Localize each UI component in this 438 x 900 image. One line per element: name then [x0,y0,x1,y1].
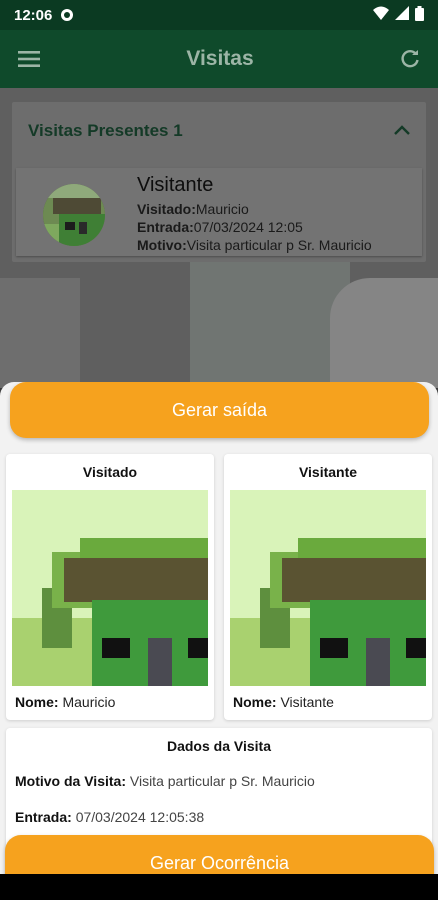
visited-photo [12,490,208,686]
visitor-photo [230,490,426,686]
visited-card-title: Visitado [82,464,138,480]
visitor-avatar [43,184,105,246]
visited-name-field: Nome: Mauricio [15,694,115,710]
visit-entry-value: 07/03/2024 12:05:38 [75,809,205,825]
notification-icon [60,8,74,22]
visited-card: Visitado Nome: Mauricio [6,454,214,720]
visitor-name: Visitante [137,174,214,196]
chevron-up-icon[interactable] [394,122,410,140]
battery-icon [415,5,424,25]
visited-line: Visitado:Mauricio [137,201,249,217]
visits-panel: Visitas Presentes 1 Visitante Visitado:M… [12,102,426,262]
background-photo [330,278,438,388]
visits-panel-title: Visitas Presentes 1 [28,121,183,140]
page-title: Visitas [186,47,254,70]
visit-entry-line: Entrada: 07/03/2024 12:05:38 [15,809,204,825]
visit-entry-label: Entrada: [15,809,72,825]
visit-detail-sheet: Gerar saída Visitado Nome: Mauricio Visi… [0,382,438,900]
menu-icon[interactable] [18,51,40,67]
visit-reason-label: Motivo da Visita: [15,773,126,789]
background-photo [190,248,350,388]
entry-line: Entrada:07/03/2024 12:05 [137,219,303,235]
visitor-card: Visitante Nome: Visitante [224,454,432,720]
visit-card[interactable]: Visitante Visitado:Mauricio Entrada:07/0… [16,168,422,256]
visited-value: Mauricio [195,201,249,217]
visitor-name-field: Nome: Visitante [233,694,334,710]
visit-data-title: Dados da Visita [166,738,271,754]
reason-value: Visita particular p Sr. Mauricio [186,237,372,253]
generate-exit-button[interactable]: Gerar saída [10,382,429,438]
entry-label: Entrada: [137,219,194,235]
wifi-icon [373,6,389,24]
visitor-card-title: Visitante [298,464,358,480]
status-bar: 12:06 [0,0,438,30]
background-content: Visitas Presentes 1 Visitante Visitado:M… [0,88,438,388]
visitor-name-value: Visitante [280,694,334,710]
visit-reason-value: Visita particular p Sr. Mauricio [129,773,315,789]
signal-icon [395,6,409,24]
visit-reason-line: Motivo da Visita: Visita particular p Sr… [15,773,315,789]
refresh-icon[interactable] [400,49,420,69]
visited-label: Visitado: [137,201,196,217]
visits-panel-header[interactable]: Visitas Presentes 1 [12,102,426,160]
status-time: 12:06 [14,6,53,24]
visited-name-value: Mauricio [62,694,116,710]
visited-name-label: Nome: [15,694,59,710]
app-bar: Visitas [0,30,438,88]
visitor-name-label: Nome: [233,694,277,710]
entry-value: 07/03/2024 12:05 [193,219,303,235]
reason-line: Motivo:Visita particular p Sr. Mauricio [137,237,372,253]
background-photo [0,278,80,388]
system-navigation-bar [0,874,438,900]
reason-label: Motivo: [137,237,187,253]
